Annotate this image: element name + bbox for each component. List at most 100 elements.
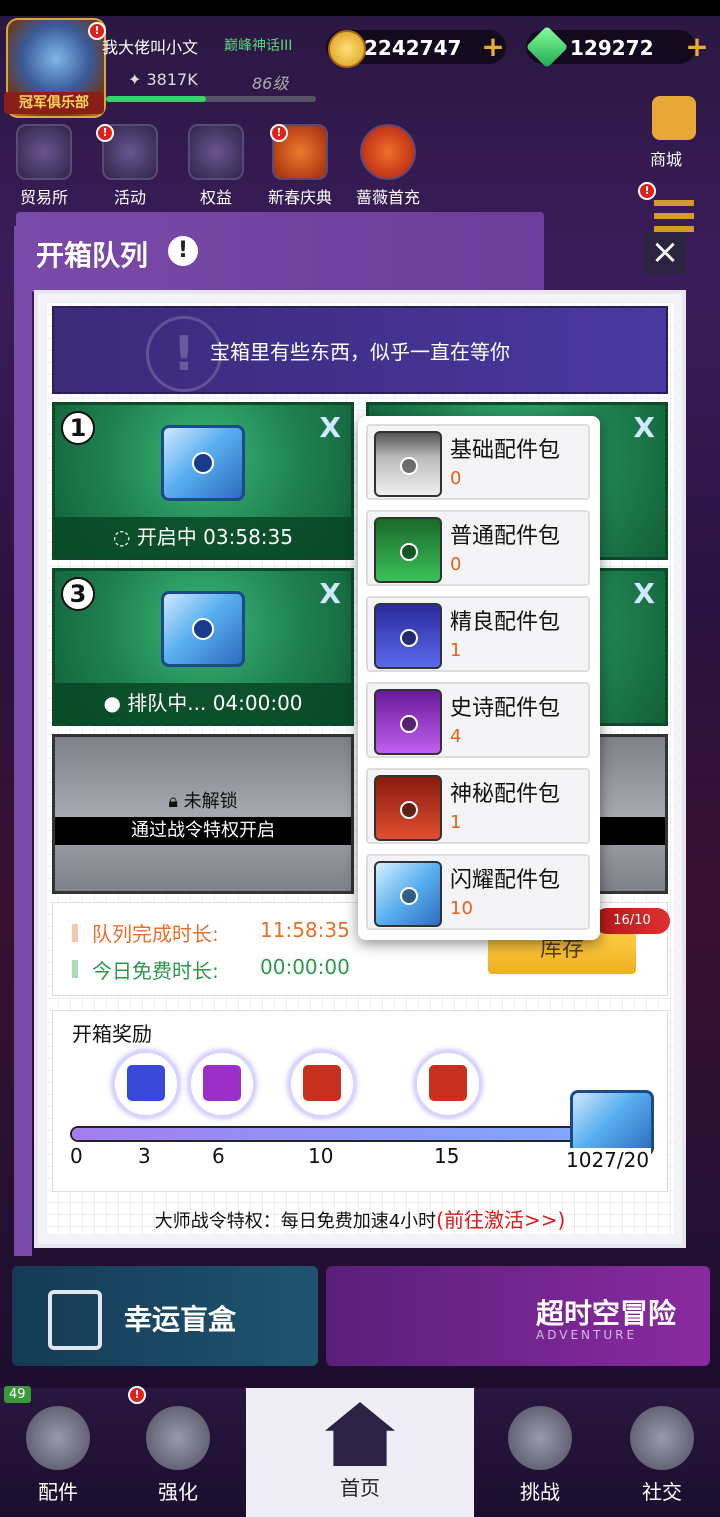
nav-accessories[interactable]: 配件: [0, 1392, 116, 1517]
activity-notification-dot: !: [96, 124, 114, 142]
hint-text: 宝箱里有些东西，似乎一直在等你: [210, 340, 510, 364]
dialog-side-frame: [14, 226, 32, 1256]
tick-label: 6: [212, 1144, 225, 1168]
nav-home[interactable]: 首页: [246, 1388, 474, 1517]
pack-count: 4: [450, 726, 462, 747]
nav-challenge[interactable]: 挑战: [482, 1392, 598, 1517]
pack-name: 史诗配件包: [450, 696, 561, 721]
free-time-value: 00:00:00: [260, 955, 350, 979]
menu-icon[interactable]: [654, 200, 694, 234]
shopping-bag-icon: [48, 1290, 102, 1350]
queue-time-value: 11:58:35: [260, 918, 350, 942]
person-icon: ●: [103, 691, 128, 715]
festival-notification-dot: !: [270, 124, 288, 142]
mystery-chest-icon: [374, 775, 442, 841]
pack-item-basic[interactable]: 基础配件包 0: [366, 424, 590, 500]
tick-label: 0: [70, 1144, 83, 1168]
mystery-chest-icon: [429, 1065, 467, 1101]
trade-button[interactable]: 贸易所: [12, 124, 76, 208]
reward-node-6[interactable]: [188, 1050, 256, 1118]
crown-icon: [188, 124, 244, 180]
common-chest-icon: [374, 517, 442, 583]
remove-slot-button[interactable]: X: [319, 577, 341, 610]
pack-name: 精良配件包: [450, 610, 561, 635]
activate-link[interactable]: (前往激活>>): [436, 1208, 565, 1232]
info-icon[interactable]: !: [168, 236, 198, 266]
challenge-icon: [508, 1406, 572, 1470]
pack-count: 1: [450, 812, 462, 833]
player-name: 我大佬叫小文: [102, 38, 199, 57]
remove-slot-button[interactable]: X: [633, 411, 655, 444]
locked-hint: 通过战令特权开启: [55, 817, 351, 845]
queue-slot-3[interactable]: 3 X ● 排队中... 04:00:00: [52, 568, 354, 726]
pack-item-epic[interactable]: 史诗配件包 4: [366, 682, 590, 758]
lucky-box-title: 幸运盲盒: [124, 1303, 237, 1336]
remove-slot-button[interactable]: X: [633, 577, 655, 610]
coin-icon: [328, 30, 366, 68]
rewards-progress-bar: [70, 1126, 650, 1142]
pack-count: 0: [450, 554, 462, 575]
remove-slot-button[interactable]: X: [319, 411, 341, 444]
locked-label: 🔒︎ 未解锁: [168, 791, 238, 812]
add-gems-button[interactable]: +: [684, 33, 710, 61]
pack-count: 10: [450, 898, 473, 919]
pack-name: 神秘配件包: [450, 782, 561, 807]
slot-status: ● 排队中... 04:00:00: [55, 683, 351, 723]
capacity-badge: 16/10: [594, 908, 670, 934]
pack-count: 0: [450, 468, 462, 489]
first-charge-button[interactable]: 蔷薇首充: [356, 124, 420, 208]
pack-item-mystery[interactable]: 神秘配件包 1: [366, 768, 590, 844]
reward-node-3[interactable]: [112, 1050, 180, 1118]
status-bar: [0, 0, 720, 16]
pack-item-common[interactable]: 普通配件包 0: [366, 510, 590, 586]
adventure-subtitle: ADVENTURE: [536, 1328, 638, 1342]
pack-name: 普通配件包: [450, 524, 561, 549]
pack-name: 闪耀配件包: [450, 868, 561, 893]
rose-icon: [360, 124, 416, 180]
menu-notification-dot: !: [638, 182, 656, 200]
gem-value: 129272: [570, 36, 654, 60]
upgrade-notification-dot: !: [128, 1386, 146, 1404]
lucky-box-banner[interactable]: 幸运盲盒: [12, 1266, 318, 1366]
reward-node-15[interactable]: [414, 1050, 482, 1118]
pack-item-fine[interactable]: 精良配件包 1: [366, 596, 590, 672]
epic-chest-icon: [374, 689, 442, 755]
goal-chest-icon[interactable]: [570, 1090, 654, 1156]
gem-display: 129272: [525, 25, 696, 69]
shining-chest-icon: [161, 425, 245, 501]
add-coins-button[interactable]: +: [480, 33, 506, 61]
nav-social[interactable]: 社交: [604, 1392, 720, 1517]
upgrade-icon: [146, 1406, 210, 1470]
slot-number: 1: [61, 411, 95, 445]
queue-slot-1[interactable]: 1 X ◌ 开启中 03:58:35: [52, 402, 354, 560]
adventure-title: 超时空冒险: [536, 1297, 677, 1330]
basic-chest-icon: [374, 431, 442, 497]
mystery-chest-icon: [303, 1065, 341, 1101]
queue-time-label: 队列完成时长:: [92, 922, 219, 946]
fine-chest-icon: [127, 1065, 165, 1101]
social-icon: [630, 1406, 694, 1470]
progress-label: 1027/20: [564, 1148, 652, 1172]
pack-count: 1: [450, 640, 462, 661]
nav-home-label: 首页: [340, 1476, 380, 1500]
benefits-button[interactable]: 权益: [184, 124, 248, 208]
adventure-banner[interactable]: 超时空冒险 ADVENTURE: [326, 1266, 710, 1366]
shop-label: 商城: [650, 150, 683, 169]
shop-icon[interactable]: [652, 96, 696, 140]
player-power: ✦ 3817K: [128, 70, 198, 89]
battlepass-promo: 大师战令特权：每日免费加速4小时(前往激活>>): [46, 1204, 674, 1233]
coin-display: 2242747: [326, 30, 506, 68]
locked-slot-5: 🔒︎ 未解锁 通过战令特权开启: [52, 734, 354, 894]
close-button[interactable]: ×: [644, 232, 686, 274]
accessory-icon: [26, 1406, 90, 1470]
loading-icon: ◌: [113, 525, 137, 549]
pack-item-shining[interactable]: 闪耀配件包 10: [366, 854, 590, 930]
tick-label: 10: [308, 1144, 334, 1168]
fine-chest-icon: [374, 603, 442, 669]
dialog-title: 开箱队列: [36, 239, 149, 272]
queue-marker: [72, 924, 78, 942]
nav-upgrade[interactable]: 强化: [120, 1392, 236, 1517]
reward-node-10[interactable]: [288, 1050, 356, 1118]
hint-banner: ! 宝箱里有些东西，似乎一直在等你: [52, 306, 668, 394]
exp-bar-fill: [106, 96, 206, 102]
